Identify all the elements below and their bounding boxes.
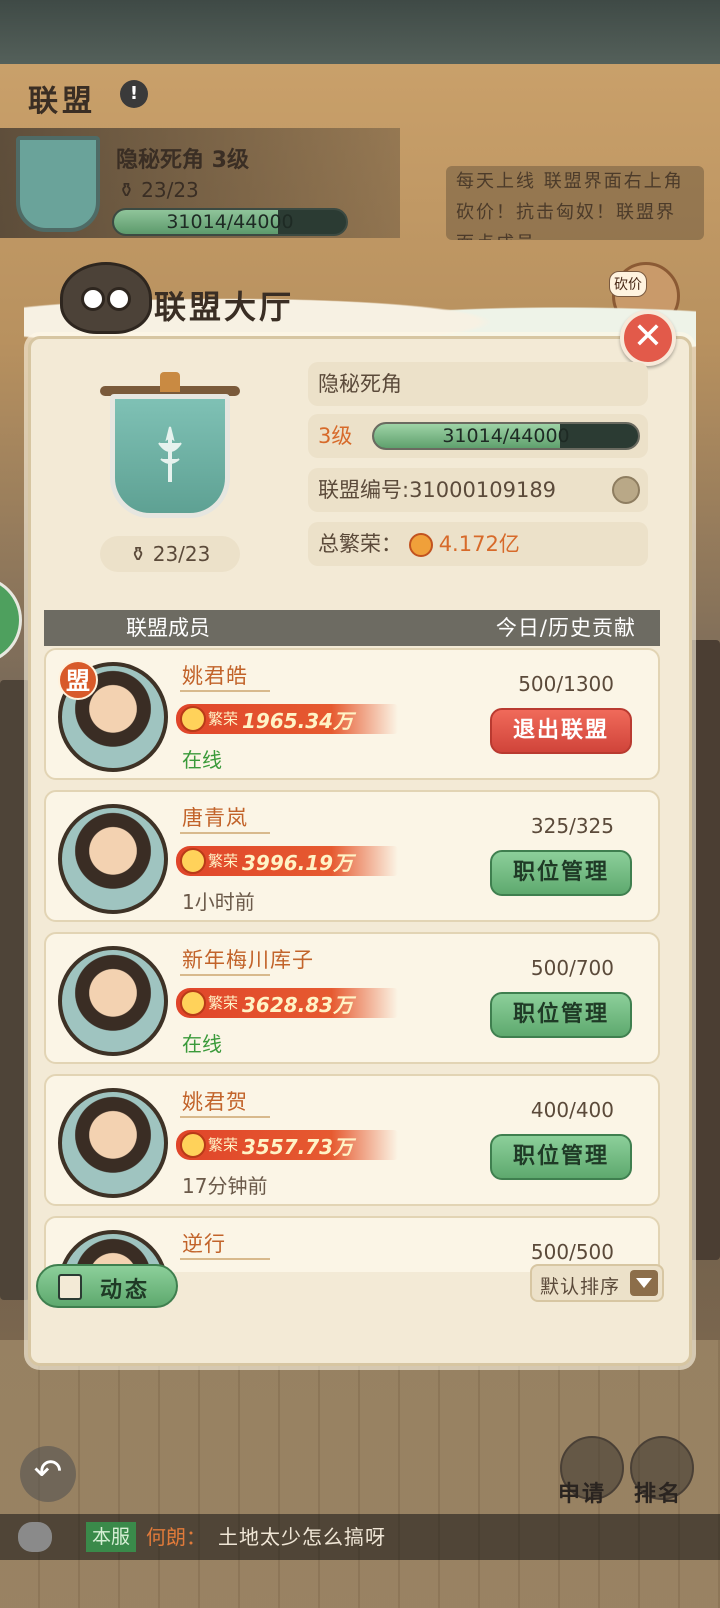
leave-alliance-button[interactable]: 退出联盟 — [490, 708, 632, 754]
member-name: 唐青岚 — [182, 806, 248, 830]
prosperity-value: 3996.19万 — [242, 851, 354, 875]
rank-label[interactable]: 排名 — [634, 1476, 682, 1508]
prosperity-icon — [408, 533, 433, 557]
sort-label: 默认排序 — [540, 1276, 621, 1298]
alliance-name-level: 隐秘死角 3级 — [116, 148, 249, 173]
alliance-name-field: 隐秘死角 — [308, 362, 648, 406]
col-contribution: 今日/历史贡献 — [495, 616, 636, 640]
alliance-flag-icon — [16, 136, 100, 232]
banner-cloth — [110, 394, 230, 518]
page-title: 联盟 — [28, 84, 96, 119]
prosperity-value: 1965.34万 — [242, 709, 354, 733]
alliance-id: 联盟编号:31000109189 — [318, 478, 557, 502]
info-icon[interactable]: ! — [120, 80, 148, 108]
member-name: 逆行 — [182, 1232, 226, 1256]
alliance-id-field: 联盟编号:31000109189 — [308, 468, 648, 512]
chat-message: 土地太少怎么搞呀 — [218, 1525, 386, 1549]
member-contribution: 325/325 — [530, 814, 614, 838]
prosperity-value: 3628.83万 — [242, 993, 354, 1017]
copy-icon[interactable] — [612, 476, 640, 504]
member-prosperity: 繁荣 3557.73万 — [176, 1130, 398, 1160]
prosperity-icon — [180, 990, 206, 1016]
panel-title: 联盟大厅 — [154, 288, 295, 326]
prosperity-tag: 繁荣 — [208, 852, 239, 870]
back-arrow-icon[interactable]: ↶ — [20, 1446, 76, 1502]
prosperity-icon — [180, 706, 206, 732]
chat-channel-tag: 本服 — [86, 1522, 137, 1552]
alliance-xp-bar: 31014/44000 — [112, 208, 348, 236]
member-status: 1小时前 — [182, 890, 255, 914]
sort-dropdown[interactable]: 默认排序 — [530, 1264, 664, 1302]
dynamics-label: 动态 — [100, 1278, 151, 1303]
divider — [180, 832, 270, 834]
alliance-level-field: 3级 31014/44000 — [308, 414, 648, 458]
member-list-header: 联盟成员 今日/历史贡献 — [44, 610, 660, 646]
member-card[interactable]: 姚君贺繁荣 3557.73万 17分钟前 400/400 职位管理 — [44, 1074, 660, 1206]
total-prosperity-field: 总繁荣： 4.172亿 — [308, 522, 648, 566]
member-name: 姚君皓 — [182, 664, 248, 688]
position-manage-button[interactable]: 职位管理 — [490, 992, 632, 1038]
dynamics-button[interactable]: 动态 — [36, 1264, 178, 1308]
prosperity-tag: 繁荣 — [208, 710, 239, 728]
alliance-member-count: ⚱ 23/23 — [118, 178, 199, 202]
scrolling-tip: 每天上线 联盟界面右上角砍价！抗击匈奴！联盟界面点成员 — [446, 166, 704, 240]
member-contribution: 500/700 — [530, 956, 614, 980]
member-prosperity: 繁荣 3996.19万 — [176, 846, 398, 876]
divider — [180, 690, 270, 692]
member-card[interactable]: 新年梅川库子 繁荣 3628.83万 在线 500/700 职位管理 — [44, 932, 660, 1064]
member-list[interactable]: 盟姚君皓 繁荣 1965.34万 在线 500/1300 退出联盟 唐青岚 繁荣 3996.19… — [42, 648, 662, 1272]
xp-text: 31014/44000 — [442, 425, 570, 447]
member-name: 姚君贺 — [182, 1090, 248, 1114]
member-status: 17分钟前 — [182, 1174, 268, 1198]
alliance-banner — [100, 372, 240, 522]
member-contribution: 500/1300 — [518, 672, 614, 696]
scroll-icon — [58, 1274, 82, 1300]
member-name: 新年梅川库子 — [182, 948, 314, 972]
chat-bubble-icon[interactable] — [18, 1522, 52, 1552]
apply-label[interactable]: 申请 — [558, 1476, 606, 1508]
close-button[interactable]: ✕ — [620, 310, 676, 366]
divider — [180, 1258, 270, 1260]
position-manage-button[interactable]: 职位管理 — [490, 850, 632, 896]
prosperity-tag: 繁荣 — [208, 1136, 239, 1154]
prosperity-label: 总繁荣： — [318, 532, 402, 556]
background-sky — [0, 0, 720, 64]
divider — [180, 974, 270, 976]
alliance-level: 3级 — [318, 424, 353, 448]
member-avatar[interactable] — [58, 1088, 168, 1198]
member-card[interactable]: 唐青岚繁荣 3996.19万 1小时前 325/325 职位管理 — [44, 790, 660, 922]
position-manage-button[interactable]: 职位管理 — [490, 1134, 632, 1180]
prosperity-tag: 繁荣 — [208, 994, 239, 1012]
chevron-down-icon — [630, 1270, 658, 1296]
col-members: 联盟成员 — [126, 616, 210, 640]
banner-finial — [160, 372, 180, 392]
prosperity-icon — [180, 1132, 206, 1158]
prosperity-value: 4.172亿 — [438, 532, 520, 556]
member-prosperity: 繁荣 1965.34万 — [176, 704, 398, 734]
leader-badge: 盟 — [58, 660, 98, 700]
member-avatar[interactable] — [58, 804, 168, 914]
member-count-pill: ⚱ 23/23 — [100, 536, 240, 572]
member-status: 在线 — [182, 1032, 222, 1056]
trident-emblem-icon — [158, 426, 182, 482]
prosperity-value: 3557.73万 — [242, 1135, 354, 1159]
member-card[interactable]: 盟姚君皓 繁荣 1965.34万 在线 500/1300 退出联盟 — [44, 648, 660, 780]
member-avatar[interactable] — [58, 946, 168, 1056]
alliance-name: 隐秘死角 — [318, 372, 402, 396]
member-contribution: 400/400 — [530, 1098, 614, 1122]
chat-username: 何朗： — [146, 1525, 206, 1549]
member-prosperity: 繁荣 3628.83万 — [176, 988, 398, 1018]
prosperity-icon — [180, 848, 206, 874]
divider — [180, 1116, 270, 1118]
member-status: 在线 — [182, 748, 222, 772]
background-house — [0, 680, 30, 1300]
member-contribution: 500/500 — [530, 1240, 614, 1264]
xp-text: 31014/44000 — [166, 211, 294, 233]
mascot-icon — [60, 262, 152, 334]
alliance-xp-progress: 31014/44000 — [372, 422, 640, 450]
